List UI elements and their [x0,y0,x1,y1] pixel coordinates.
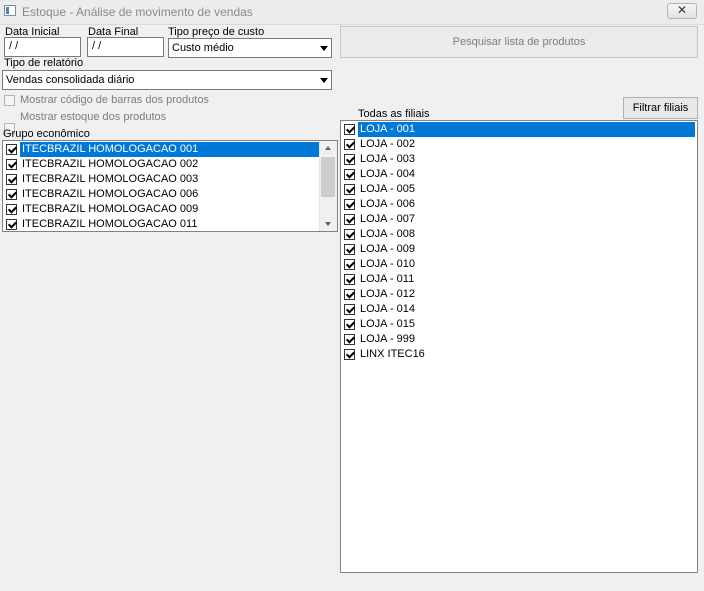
mostrar-codigo-barras-checkbox[interactable] [4,95,15,106]
tipo-relatorio-label: Tipo de relatório [4,57,84,69]
filial-item-label: LOJA - 002 [360,138,416,150]
data-inicial-input[interactable]: / / [4,37,81,57]
filial-item-label: LOJA - 011 [360,273,415,285]
filial-item-checkbox[interactable] [344,139,355,150]
grupo-economico-item-checkbox[interactable] [6,174,17,185]
grupo-economico-item-label: ITECBRAZIL HOMOLOGACAO 002 [22,158,199,170]
filial-list-item[interactable]: LOJA - 005 [343,182,695,197]
filial-item-checkbox[interactable] [344,304,355,315]
grupo-economico-item-label: ITECBRAZIL HOMOLOGACAO 001 [20,142,319,157]
filial-list-item[interactable]: LOJA - 015 [343,317,695,332]
filial-item-checkbox[interactable] [344,289,355,300]
filial-list-item[interactable]: LOJA - 006 [343,197,695,212]
grupo-economico-list-item[interactable]: ITECBRAZIL HOMOLOGACAO 001 [5,142,319,157]
filial-list-item[interactable]: LOJA - 008 [343,227,695,242]
filial-list-item[interactable]: LOJA - 002 [343,137,695,152]
filial-item-checkbox[interactable] [344,184,355,195]
filial-item-label: LOJA - 012 [360,288,416,300]
scroll-up-icon[interactable] [320,141,337,155]
mostrar-estoque-label: Mostrar estoque dos produtos [20,111,167,123]
tipo-preco-custo-label: Tipo preço de custo [168,26,265,38]
mostrar-codigo-barras-label: Mostrar código de barras dos produtos [20,94,209,106]
filial-item-checkbox[interactable] [344,244,355,255]
filial-item-label: LOJA - 006 [360,198,416,210]
chevron-down-icon [320,78,328,83]
filial-item-checkbox[interactable] [344,154,355,165]
scroll-down-icon[interactable] [320,217,337,231]
filial-item-checkbox[interactable] [344,274,355,285]
filial-item-label: LOJA - 014 [360,303,416,315]
grupo-economico-item-checkbox[interactable] [6,144,17,155]
app-window-icon [4,5,16,16]
grupo-economico-item-label: ITECBRAZIL HOMOLOGACAO 011 [22,218,198,230]
grupo-economico-list-item[interactable]: ITECBRAZIL HOMOLOGACAO 011 [5,217,319,231]
grupo-economico-item-checkbox[interactable] [6,219,17,230]
title-bar: Estoque - Análise de movimento de vendas… [0,0,704,25]
filial-item-label: LOJA - 003 [360,153,416,165]
filial-list-item[interactable]: LOJA - 011 [343,272,695,287]
filial-list-item[interactable]: LOJA - 012 [343,287,695,302]
filial-item-label: LOJA - 015 [360,318,416,330]
pesquisar-lista-produtos-button[interactable]: Pesquisar lista de produtos [340,26,698,58]
filial-item-label: LOJA - 008 [360,228,416,240]
filial-item-checkbox[interactable] [344,334,355,345]
grupo-economico-item-label: ITECBRAZIL HOMOLOGACAO 009 [22,203,199,215]
grupo-economico-item-label: ITECBRAZIL HOMOLOGACAO 006 [22,188,199,200]
filial-list-item[interactable]: LOJA - 009 [343,242,695,257]
filial-list-item[interactable]: LOJA - 001 [343,122,695,137]
filtrar-filiais-button[interactable]: Filtrar filiais [623,97,698,119]
filial-list-item[interactable]: LOJA - 999 [343,332,695,347]
filial-list-item[interactable]: LOJA - 014 [343,302,695,317]
grupo-economico-list-item[interactable]: ITECBRAZIL HOMOLOGACAO 003 [5,172,319,187]
chevron-down-icon [320,46,328,51]
grupo-economico-list-item[interactable]: ITECBRAZIL HOMOLOGACAO 009 [5,202,319,217]
filial-item-label: LOJA - 009 [360,243,416,255]
tipo-relatorio-select[interactable]: Vendas consolidada diário [2,70,332,90]
filial-item-label: LOJA - 001 [358,122,695,137]
window-title: Estoque - Análise de movimento de vendas [22,5,253,19]
scroll-thumb[interactable] [321,157,335,197]
filiais-list[interactable]: LOJA - 001 LOJA - 002 LOJA - 003 LOJA - 004… [340,120,698,573]
tipo-preco-custo-value: Custo médio [172,42,234,54]
filial-item-label: LINX ITEC16 [360,348,425,360]
filial-list-item[interactable]: LOJA - 010 [343,257,695,272]
close-button[interactable]: ✕ [667,3,697,19]
filial-item-checkbox[interactable] [344,169,355,180]
filial-item-label: LOJA - 999 [360,333,416,345]
grupo-economico-item-checkbox[interactable] [6,189,17,200]
filial-item-label: LOJA - 007 [360,213,416,225]
filial-list-item[interactable]: LINX ITEC16 [343,347,695,362]
grupo-economico-item-checkbox[interactable] [6,159,17,170]
filial-item-label: LOJA - 010 [360,258,416,270]
grupo-economico-item-label: ITECBRAZIL HOMOLOGACAO 003 [22,173,199,185]
grupo-economico-list-item[interactable]: ITECBRAZIL HOMOLOGACAO 006 [5,187,319,202]
filial-item-label: LOJA - 005 [360,183,416,195]
grupo-economico-item-checkbox[interactable] [6,204,17,215]
filial-list-item[interactable]: LOJA - 007 [343,212,695,227]
filial-item-checkbox[interactable] [344,214,355,225]
filial-list-item[interactable]: LOJA - 004 [343,167,695,182]
filial-item-label: LOJA - 004 [360,168,416,180]
grupo-economico-scrollbar[interactable] [319,141,337,231]
tipo-preco-custo-select[interactable]: Custo médio [168,38,332,58]
filial-list-item[interactable]: LOJA - 003 [343,152,695,167]
grupo-economico-label: Grupo econômico [3,128,90,140]
filial-item-checkbox[interactable] [344,124,355,135]
grupo-economico-list-item[interactable]: ITECBRAZIL HOMOLOGACAO 002 [5,157,319,172]
filial-item-checkbox[interactable] [344,229,355,240]
todas-filiais-label: Todas as filiais [358,108,430,120]
filial-item-checkbox[interactable] [344,319,355,330]
filial-item-checkbox[interactable] [344,199,355,210]
data-final-input[interactable]: / / [87,37,164,57]
tipo-relatorio-value: Vendas consolidada diário [6,74,135,86]
filial-item-checkbox[interactable] [344,349,355,360]
grupo-economico-list[interactable]: ITECBRAZIL HOMOLOGACAO 001 ITECBRAZIL HOM… [2,140,338,232]
filial-item-checkbox[interactable] [344,259,355,270]
